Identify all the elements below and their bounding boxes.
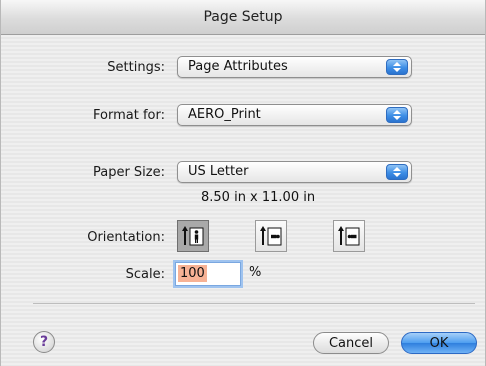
popup-arrows-icon xyxy=(386,59,408,75)
settings-label: Settings: xyxy=(107,60,165,75)
scale-label: Scale: xyxy=(125,267,165,282)
format-for-value: AERO_Print xyxy=(188,107,261,122)
orientation-landscape-left-button[interactable] xyxy=(255,220,287,252)
landscape-left-person-icon xyxy=(260,226,282,246)
format-for-popup[interactable]: AERO_Print xyxy=(177,104,412,126)
ok-button[interactable]: OK xyxy=(401,332,477,354)
format-for-label: Format for: xyxy=(93,108,165,123)
scale-value: 100 xyxy=(178,265,207,282)
paper-size-popup[interactable]: US Letter xyxy=(177,161,412,183)
page-setup-dialog: Page Setup Settings: Page Attributes For… xyxy=(0,0,486,366)
orientation-label: Orientation: xyxy=(87,230,165,245)
settings-value: Page Attributes xyxy=(188,59,288,74)
separator xyxy=(33,303,475,304)
paper-dimensions: 8.50 in x 11.00 in xyxy=(201,190,316,205)
title-bar[interactable]: Page Setup xyxy=(1,0,485,35)
window-title: Page Setup xyxy=(203,9,283,25)
portrait-person-icon xyxy=(182,226,204,246)
popup-arrows-icon xyxy=(386,164,408,180)
paper-size-label: Paper Size: xyxy=(92,165,165,180)
popup-arrows-icon xyxy=(386,107,408,123)
cancel-button[interactable]: Cancel xyxy=(313,332,389,354)
landscape-right-person-icon xyxy=(338,226,360,246)
scale-unit: % xyxy=(249,265,262,280)
help-button[interactable]: ? xyxy=(33,331,55,353)
settings-popup[interactable]: Page Attributes xyxy=(177,56,412,78)
orientation-portrait-button[interactable] xyxy=(177,220,209,252)
scale-input[interactable]: 100 xyxy=(175,262,241,286)
help-icon: ? xyxy=(39,334,49,350)
orientation-landscape-right-button[interactable] xyxy=(333,220,365,252)
paper-size-value: US Letter xyxy=(188,164,249,179)
